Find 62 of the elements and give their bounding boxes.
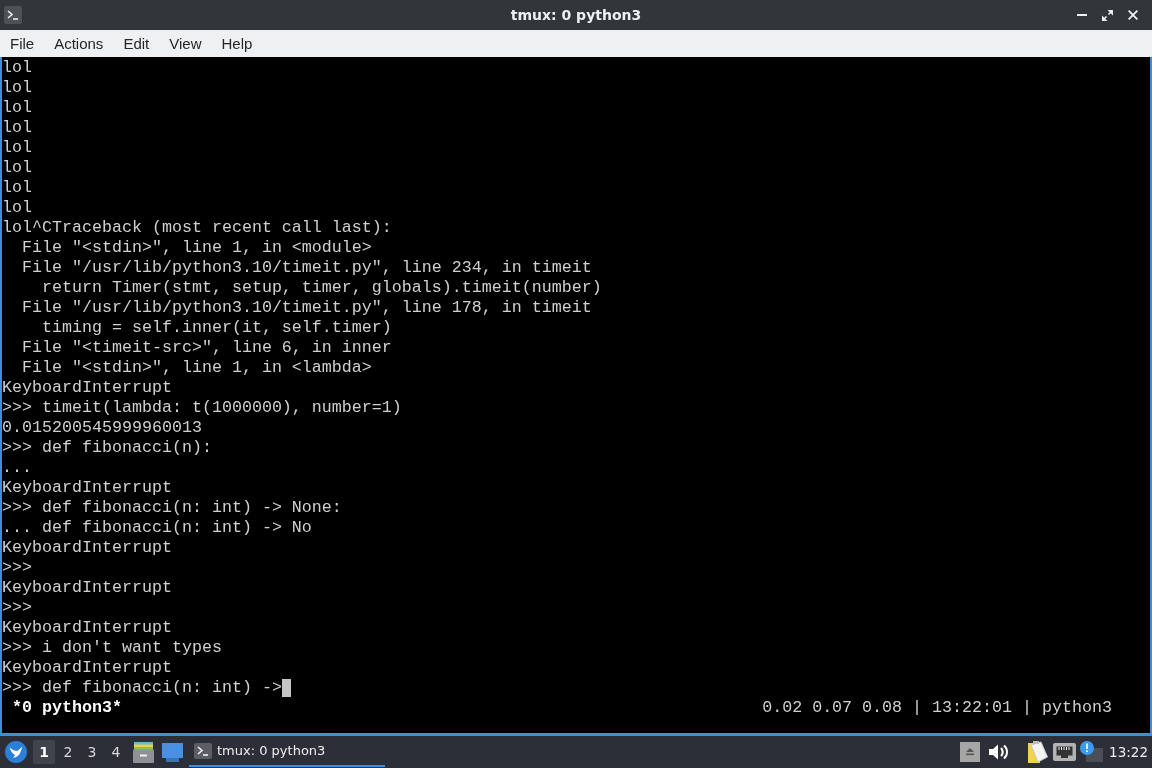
screen-icon[interactable] (162, 742, 183, 762)
workspace-button[interactable]: 3 (81, 740, 103, 764)
clipboard-icon[interactable] (1028, 741, 1049, 763)
terminal-line: File "<stdin>", line 1, in <lambda> (21, 358, 372, 378)
terminal-line: lol (2, 178, 32, 198)
terminal-line: File "/usr/lib/python3.10/timeit.py", line 234, in timeit (21, 258, 592, 278)
cursor-icon (281, 679, 291, 697)
ethernet-port-icon[interactable] (1053, 743, 1077, 761)
menu-item[interactable]: Actions (44, 32, 114, 55)
terminal-line: 0.015200545999960013 (2, 418, 202, 438)
bird-icon[interactable] (5, 741, 27, 763)
minimize-icon (1077, 14, 1087, 16)
terminal-line: timing = self.inner(it, self.timer) (40, 318, 392, 338)
workspace-button[interactable]: 4 (105, 740, 127, 764)
tmux-status-info: 0.02 0.07 0.08 | 13:22:01 | python3 (762, 698, 1112, 718)
speaker-icon[interactable] (989, 743, 1010, 761)
restore-button[interactable] (1102, 9, 1113, 21)
terminal-line: lol (2, 58, 32, 78)
terminal-line: >>> i don't want types (2, 638, 222, 658)
clock: 13:22 (1109, 742, 1148, 762)
terminal-line: >>> def fibonacci(n: int) -> (2, 678, 282, 698)
restore-icon (1102, 9, 1113, 21)
tmux-window-label: *0 python3* (12, 698, 122, 718)
terminal-line: File "/usr/lib/python3.10/timeit.py", line 178, in timeit (21, 298, 592, 318)
menu-item[interactable]: View (159, 32, 212, 55)
close-button[interactable] (1128, 10, 1138, 20)
terminal-line: KeyboardInterrupt (2, 578, 172, 598)
terminal-icon (4, 6, 22, 24)
terminal-line: lol (2, 98, 32, 118)
terminal-line: lol (2, 198, 32, 218)
terminal-line: >>> timeit(lambda: t(1000000), number=1) (2, 398, 402, 418)
terminal-line: lol (2, 78, 32, 98)
workspace-button[interactable]: 1 (33, 740, 55, 764)
menu-item[interactable]: File (0, 32, 45, 55)
terminal-line: >>> def fibonacci(n): (2, 438, 212, 458)
close-icon (1128, 10, 1138, 20)
menu-item[interactable]: Help (211, 32, 263, 55)
window-title: tmux: 0 python3 (510, 5, 642, 25)
terminal-line: >>> (2, 598, 32, 618)
terminal-line: File "<timeit-src>", line 6, in inner (21, 338, 392, 358)
terminal-line: return Timer(stmt, setup, timer, globals).timeit(number) (40, 278, 602, 298)
terminal-line: >>> def fibonacci(n: int) -> None: (2, 498, 342, 518)
terminal-line: >>> (2, 558, 32, 578)
terminal-line: KeyboardInterrupt (2, 378, 172, 398)
terminal-line: lol (2, 158, 32, 178)
eject-icon[interactable] (960, 742, 981, 762)
terminal-line: KeyboardInterrupt (2, 658, 172, 678)
terminal-line: ... def fibonacci(n: int) -> No (2, 518, 312, 538)
terminal-line: KeyboardInterrupt (2, 478, 172, 498)
terminal-line: lol (2, 118, 32, 138)
workspace-button[interactable]: 2 (57, 740, 79, 764)
menu-item[interactable]: Edit (113, 32, 160, 55)
terminal-line: lol (2, 138, 32, 158)
terminal-line: lol^CTraceback (most recent call last): (2, 218, 392, 238)
terminal-line: File "<stdin>", line 1, in <module> (21, 238, 372, 258)
task-button[interactable]: tmux: 0 python3 (189, 737, 385, 767)
file-cabinet-icon[interactable] (133, 741, 154, 763)
terminal-icon (194, 743, 212, 759)
terminal-line: KeyboardInterrupt (2, 538, 172, 558)
alert-icon[interactable] (1080, 741, 1104, 763)
terminal-line: KeyboardInterrupt (2, 618, 172, 638)
terminal-line: ... (2, 458, 32, 478)
